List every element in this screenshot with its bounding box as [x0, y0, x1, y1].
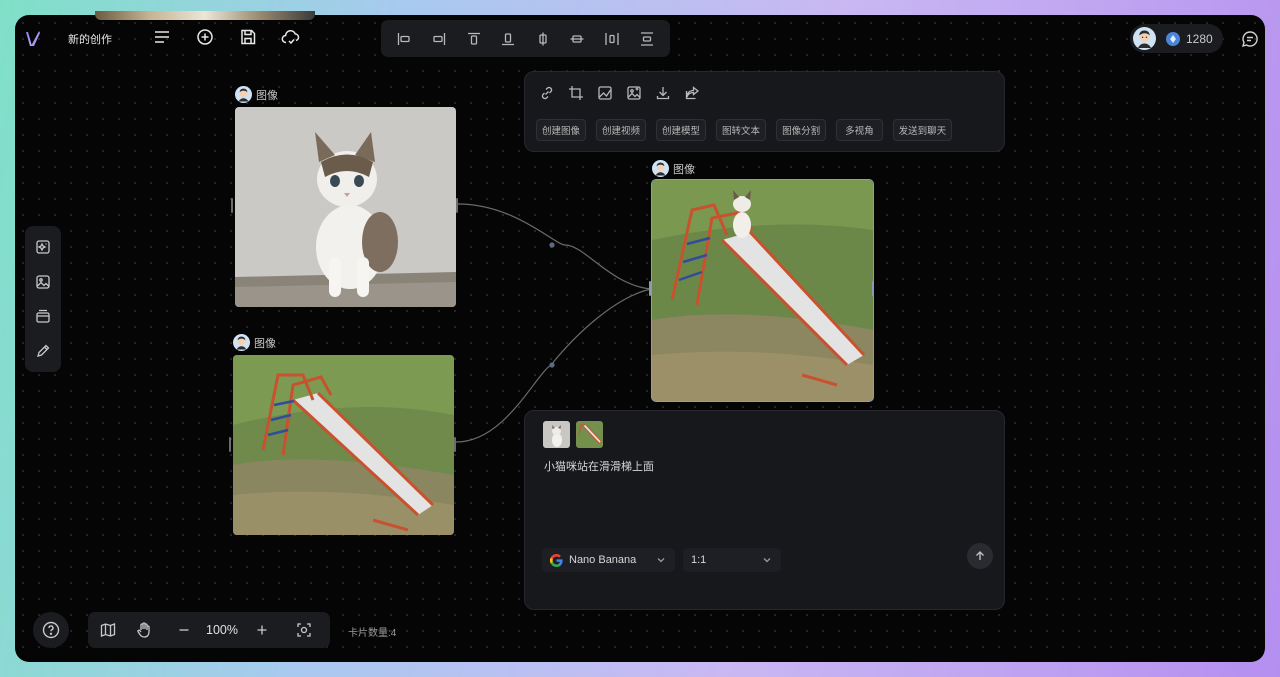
google-logo-icon — [550, 553, 563, 567]
download-icon[interactable] — [652, 82, 674, 104]
card-title: 图像 — [256, 89, 278, 102]
cloud-sync-icon[interactable] — [280, 26, 302, 48]
image-segment-chip[interactable]: 图像分割 — [776, 119, 827, 141]
card-title: 图像 — [673, 163, 695, 176]
aspect-ratio-value: 1:1 — [691, 554, 707, 566]
connect-handle-left[interactable] — [231, 198, 233, 213]
connect-handle-left[interactable] — [229, 437, 231, 452]
prompt-panel: 小猫咪站在滑滑梯上面 Nano Banana 1:1 — [524, 410, 1005, 610]
edge-midpoint[interactable] — [549, 242, 555, 248]
menu-icon[interactable] — [151, 26, 173, 48]
credit-gem-icon — [1166, 31, 1180, 46]
align-toolbar — [381, 20, 670, 57]
share-icon[interactable] — [681, 82, 703, 104]
layers-box-icon[interactable] — [32, 305, 54, 327]
avatar-icon — [233, 334, 250, 351]
connect-handle-right[interactable] — [456, 198, 458, 213]
align-horizontal-center-icon[interactable] — [532, 28, 554, 50]
zoom-toolbar: 100% — [88, 612, 330, 648]
link-icon[interactable] — [536, 82, 558, 104]
credit-badge[interactable]: 1280 — [1130, 24, 1223, 53]
credit-count: 1280 — [1186, 31, 1213, 46]
send-arrow-up-icon[interactable] — [967, 543, 993, 569]
generated-image-card[interactable] — [651, 179, 874, 402]
fit-screen-icon[interactable] — [294, 620, 314, 640]
align-top-icon[interactable] — [463, 28, 485, 50]
add-circle-icon[interactable] — [194, 26, 216, 48]
card-label: 图像 — [652, 160, 695, 177]
align-bottom-icon[interactable] — [497, 28, 519, 50]
align-right-icon[interactable] — [428, 28, 450, 50]
card-label: 图像 — [235, 86, 278, 103]
image-expand-icon[interactable] — [623, 82, 645, 104]
prompt-input[interactable]: 小猫咪站在滑滑梯上面 — [544, 458, 654, 474]
zoom-level[interactable]: 100% — [200, 623, 244, 637]
pencil-icon[interactable] — [32, 340, 54, 362]
distribute-vertical-icon[interactable] — [636, 28, 658, 50]
image-to-text-chip[interactable]: 图转文本 — [716, 119, 767, 141]
project-title[interactable]: 新的创作 — [68, 31, 112, 47]
aspect-ratio-select[interactable]: 1:1 — [683, 548, 781, 572]
zoom-out-icon[interactable] — [174, 620, 194, 640]
create-model-chip[interactable]: 创建模型 — [656, 119, 707, 141]
crop-icon[interactable] — [565, 82, 587, 104]
kitten-thumbnail[interactable] — [543, 421, 570, 448]
multi-view-chip[interactable]: 多视角 — [836, 119, 883, 141]
reference-thumbnails — [543, 421, 603, 448]
create-video-chip[interactable]: 创建视频 — [596, 119, 647, 141]
create-image-chip[interactable]: 创建图像 — [536, 119, 587, 141]
edge-midpoint[interactable] — [549, 362, 555, 368]
connect-handle-left[interactable] — [649, 281, 651, 296]
chat-icon[interactable] — [1239, 28, 1261, 50]
image-action-chips: 创建图像 创建视频 创建模型 图转文本 图像分割 多视角 发送到聊天 — [536, 119, 953, 141]
add-image-icon[interactable] — [32, 271, 54, 293]
ai-image-card-icon[interactable] — [32, 236, 54, 258]
connect-handle-right[interactable] — [454, 437, 456, 452]
send-to-chat-chip[interactable]: 发送到聊天 — [892, 119, 953, 141]
distribute-horizontal-icon[interactable] — [601, 28, 623, 50]
model-name: Nano Banana — [569, 554, 637, 566]
avatar-icon — [235, 86, 252, 103]
avatar-icon — [652, 160, 669, 177]
card-count: 卡片数量:4 — [348, 628, 397, 639]
save-icon[interactable] — [237, 26, 259, 48]
slide-image-card[interactable] — [233, 355, 454, 535]
card-title: 图像 — [254, 337, 276, 350]
image-edit-icon[interactable] — [594, 82, 616, 104]
kitten-image-card[interactable] — [235, 107, 456, 307]
left-toolbar — [25, 226, 61, 372]
align-vertical-center-icon[interactable] — [566, 28, 588, 50]
chevron-down-icon — [655, 554, 667, 566]
align-left-icon[interactable] — [393, 28, 415, 50]
image-toolbar-panel: 创建图像 创建视频 创建模型 图转文本 图像分割 多视角 发送到聊天 — [524, 71, 1005, 152]
connect-handle-right[interactable] — [872, 281, 874, 296]
canvas-window: 新的创作 1280 图像 图像 创建图像 创建视频 创建模型 图转文本 图像分割… — [15, 15, 1265, 662]
slide-thumbnail[interactable] — [576, 421, 603, 448]
card-label: 图像 — [233, 334, 276, 351]
user-avatar-icon[interactable] — [1133, 27, 1156, 50]
app-logo-icon — [26, 30, 40, 46]
background-tab-thumbnail — [95, 11, 315, 20]
model-select[interactable]: Nano Banana — [542, 548, 675, 572]
image-tool-icons — [536, 82, 703, 104]
zoom-in-icon[interactable] — [252, 620, 272, 640]
chevron-down-icon — [761, 554, 773, 566]
help-icon[interactable] — [33, 612, 69, 648]
hand-pan-icon[interactable] — [134, 620, 154, 640]
map-icon[interactable] — [98, 620, 118, 640]
